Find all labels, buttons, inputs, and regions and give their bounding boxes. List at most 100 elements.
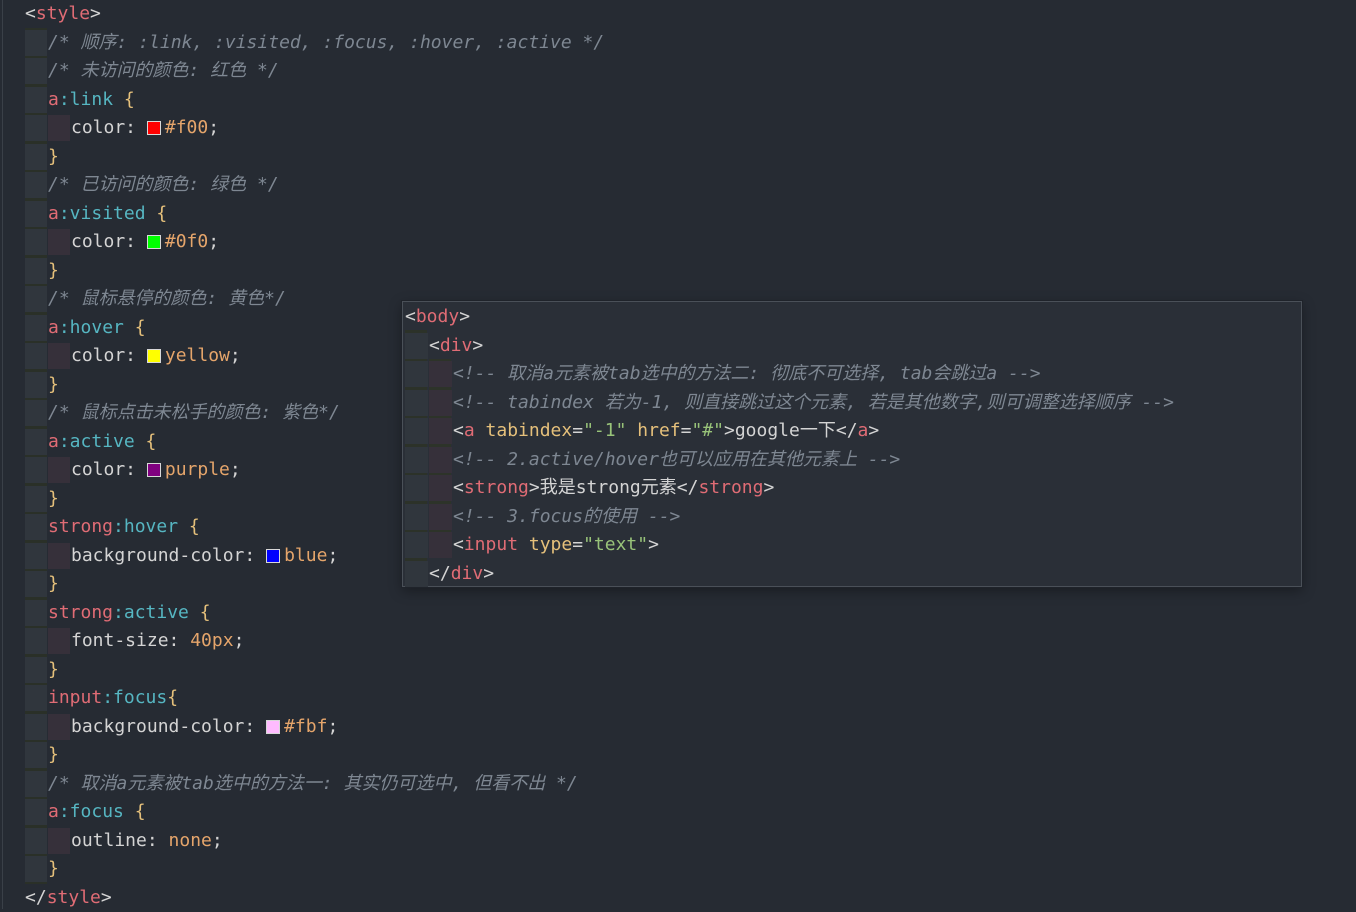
code-token-brace: } (48, 858, 59, 879)
code-line[interactable]: } (25, 741, 59, 769)
color-swatch[interactable] (146, 463, 161, 477)
code-token-brace: { (134, 430, 157, 452)
code-line[interactable]: a:visited { (25, 200, 167, 228)
color-swatch[interactable] (146, 121, 161, 135)
code-token-brace: } (48, 259, 59, 281)
code-token-punct: < (453, 477, 464, 498)
code-line[interactable]: outline: none; (25, 827, 223, 855)
code-editor[interactable]: <style>/* 顺序: :link, :visited, :focus, :… (0, 0, 1356, 909)
code-line[interactable]: <!-- tabindex 若为-1, 则直接跳过这个元素, 若是其他数字,则可… (405, 389, 1174, 417)
code-token-val: #0f0 (164, 231, 209, 252)
code-token-sel: a (48, 316, 59, 338)
indent-guide-cell (405, 560, 428, 587)
code-line[interactable]: <a tabindex="-1" href="#">google一下</a> (405, 417, 879, 445)
code-line[interactable]: a:hover { (25, 314, 146, 342)
code-line[interactable]: } (25, 570, 59, 598)
indent-guide-cell (25, 229, 47, 255)
code-token-pseudo: :link (58, 88, 114, 110)
indent-guide-cell (25, 314, 47, 341)
code-line[interactable]: <div> (405, 332, 483, 360)
code-line[interactable]: input:focus{ (25, 684, 178, 712)
code-token-val: #f00 (164, 117, 209, 138)
code-line[interactable]: background-color: #fbf; (25, 713, 338, 741)
code-line[interactable]: strong:hover { (25, 513, 200, 541)
code-token-pseudo: :visited (58, 202, 146, 224)
code-token-punct: ; (208, 231, 220, 252)
code-line[interactable]: } (25, 257, 59, 285)
code-token-punct: > (483, 562, 495, 584)
code-line[interactable]: <strong>我是strong元素</strong> (405, 474, 774, 502)
code-line[interactable]: a:active { (25, 428, 156, 456)
code-line[interactable]: strong:active { (25, 599, 211, 627)
indent-guide-cell (25, 400, 47, 426)
indent-guide-cell (25, 742, 47, 768)
indent-guide-cell (405, 446, 428, 473)
code-line[interactable]: /* 未访问的颜色: 红色 */ (25, 57, 279, 85)
code-line[interactable]: <input type="text"> (405, 531, 659, 559)
indent-guide-cell (25, 856, 47, 882)
code-line[interactable]: <body> (405, 303, 470, 331)
indent-guide-cell (405, 532, 428, 558)
color-swatch[interactable] (266, 548, 281, 563)
code-token-pseudo: :active (113, 601, 189, 623)
code-line[interactable]: color: purple; (25, 456, 241, 484)
code-token-punct: > (90, 3, 101, 24)
code-line[interactable]: /* 取消a元素被tab选中的方法一: 其实仍可选中, 但看不出 */ (25, 770, 578, 798)
code-line[interactable]: /* 鼠标点击未松手的颜色: 紫色*/ (25, 399, 340, 427)
code-token-sel: input (48, 687, 103, 708)
indent-guide-cell (25, 514, 47, 540)
color-swatch[interactable] (146, 349, 161, 363)
color-swatch[interactable] (146, 235, 161, 249)
code-token-prop: color: (71, 459, 147, 480)
indent-guide-cell (48, 542, 70, 569)
code-line[interactable]: font-size: 40px; (25, 627, 244, 655)
code-token-punct: > (472, 334, 484, 356)
code-token-sel: a (48, 88, 59, 110)
indent-guide-cell (25, 713, 47, 740)
code-line[interactable]: <!-- 取消a元素被tab选中的方法二: 彻底不可选择, tab会跳过a --… (405, 360, 1041, 388)
indent-guide-cell (48, 343, 70, 369)
code-token-pseudo: :focus (58, 801, 124, 822)
code-line[interactable]: color: #0f0; (25, 228, 219, 256)
code-line[interactable]: <!-- 2.active/hover也可以应用在其他元素上 --> (405, 446, 900, 474)
code-line[interactable]: } (25, 485, 59, 513)
code-line[interactable]: <style> (25, 0, 101, 28)
code-line[interactable]: a:focus { (25, 798, 146, 826)
code-line[interactable]: /* 鼠标悬停的颜色: 黄色*/ (25, 285, 286, 313)
indent-guide-cell (25, 571, 47, 597)
code-line[interactable]: } (25, 855, 59, 883)
code-line[interactable]: background-color: blue; (25, 542, 338, 570)
code-line[interactable]: a:link { (25, 86, 135, 114)
code-line[interactable]: } (25, 143, 59, 171)
code-token-punct: ; (327, 715, 339, 737)
editor-gutter (2, 0, 3, 909)
color-swatch[interactable] (266, 719, 281, 734)
code-line[interactable]: } (25, 371, 59, 399)
code-line[interactable]: </div> (405, 560, 494, 588)
code-token-pseudo: :focus (102, 687, 168, 708)
code-token-punct: = (572, 420, 584, 441)
code-token-val: yellow (164, 345, 230, 366)
code-line[interactable]: /* 顺序: :link, :visited, :focus, :hover, … (25, 29, 604, 57)
code-token-tag: input (463, 534, 519, 555)
code-line[interactable]: <!-- 3.focus的使用 --> (405, 503, 680, 531)
code-token-prop: color: (71, 345, 147, 366)
code-line[interactable]: color: #f00; (25, 114, 219, 142)
indent-guide-cell (429, 361, 452, 387)
code-token-pseudo: :active (58, 430, 135, 452)
code-token-punct: > (100, 886, 112, 908)
code-line[interactable]: color: yellow; (25, 342, 241, 370)
indent-guide-cell (25, 656, 47, 683)
code-line[interactable]: </style> (25, 884, 112, 912)
indent-guide-cell (405, 475, 428, 501)
code-token-prop: color: (71, 117, 147, 138)
indent-guide-cell (25, 770, 47, 797)
code-line[interactable]: } (25, 656, 59, 684)
code-token-str: "#" (691, 420, 724, 441)
code-token-text: 我是strong元素 (539, 477, 677, 498)
code-line[interactable]: /* 已访问的颜色: 绿色 */ (25, 171, 279, 199)
code-token-punct: ; (229, 345, 241, 366)
code-token-punct: < (453, 420, 464, 441)
indent-guide-cell (25, 371, 47, 398)
code-token-punct: > (868, 420, 880, 441)
